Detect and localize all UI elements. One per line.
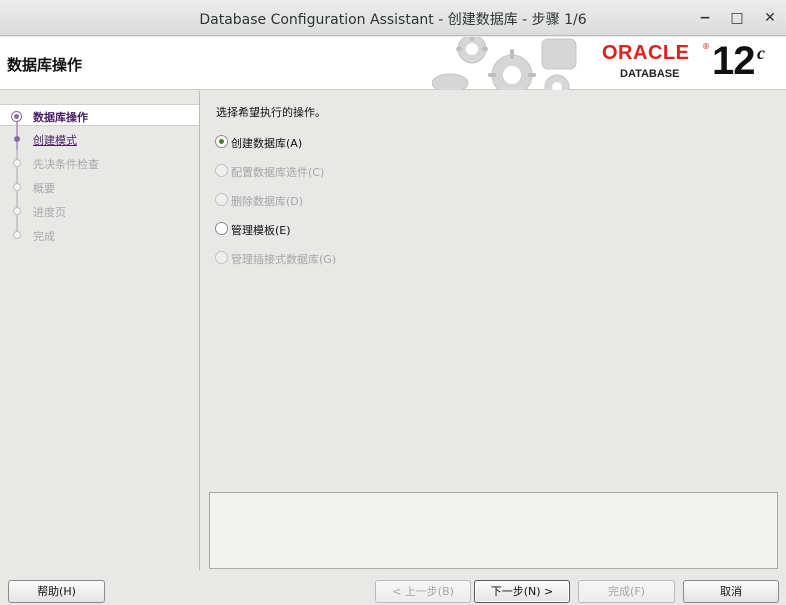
maximize-icon[interactable]: □ xyxy=(727,8,747,28)
radio-icon xyxy=(215,164,228,177)
radio-label[interactable]: 管理模板(E) xyxy=(231,222,291,238)
minimize-icon[interactable]: − xyxy=(695,8,715,28)
message-area[interactable] xyxy=(209,492,778,569)
gears-icon xyxy=(432,37,577,90)
oracle-database-label: DATABASE xyxy=(620,68,680,80)
step-pending-icon xyxy=(13,207,21,215)
instruction-text: 选择希望执行的操作。 xyxy=(216,106,326,119)
step-label: 概要 xyxy=(33,182,55,195)
steps-panel: 数据库操作 创建模式 先决条件检查 概要 进度页 完成 xyxy=(0,91,200,570)
radio-icon xyxy=(215,251,228,264)
cancel-button[interactable]: 取消 xyxy=(683,580,779,603)
step-label: 数据库操作 xyxy=(33,111,88,124)
registered-mark: ® xyxy=(702,42,710,51)
radio-icon xyxy=(215,193,228,206)
finish-button: 完成(F) xyxy=(578,580,675,603)
help-button[interactable]: 帮助(H) xyxy=(8,580,105,603)
close-icon[interactable]: ✕ xyxy=(760,8,780,28)
header-banner: 数据库操作 ORACLE ® DATABASE 12 c xyxy=(0,37,786,90)
radio-icon[interactable] xyxy=(215,222,228,235)
step-progress: 进度页 xyxy=(0,198,199,224)
oracle-wordmark: ORACLE xyxy=(602,42,690,64)
oracle-logo: ORACLE ® DATABASE xyxy=(602,42,712,86)
step-finish: 完成 xyxy=(0,222,199,246)
step-current-icon xyxy=(11,111,22,122)
step-link-icon xyxy=(14,136,20,142)
radio-label: 管理插接式数据库(G) xyxy=(231,253,337,266)
radio-label: 删除数据库(D) xyxy=(231,195,304,208)
step-label: 进度页 xyxy=(33,206,66,219)
step-label: 创建模式 xyxy=(33,134,77,147)
main-content: 选择希望执行的操作。 创建数据库(A) 配置数据库选件(C) 删除数据库(D) … xyxy=(201,91,786,570)
window-title: Database Configuration Assistant - 创建数据库… xyxy=(199,12,587,28)
step-database-operation[interactable]: 数据库操作 xyxy=(0,104,199,132)
step-pending-icon xyxy=(13,231,21,239)
window-titlebar[interactable]: Database Configuration Assistant - 创建数据库… xyxy=(0,0,786,36)
version-number: 12 xyxy=(712,39,755,83)
step-label: 完成 xyxy=(33,230,55,243)
step-prerequisite-checks: 先决条件检查 xyxy=(0,150,199,176)
step-summary: 概要 xyxy=(0,174,199,200)
button-bar: 帮助(H) < 上一步(B) 下一步(N) > 完成(F) 取消 xyxy=(0,570,786,605)
radio-label: 配置数据库选件(C) xyxy=(231,166,325,179)
radio-checked-icon[interactable] xyxy=(215,135,228,148)
step-pending-icon xyxy=(13,159,21,167)
radio-label[interactable]: 创建数据库(A) xyxy=(231,135,302,151)
step-label: 先决条件检查 xyxy=(33,158,99,171)
version-suffix: c xyxy=(757,43,765,63)
next-button[interactable]: 下一步(N) > xyxy=(474,580,570,603)
page-title: 数据库操作 xyxy=(7,56,83,74)
step-pending-icon xyxy=(13,183,21,191)
back-button: < 上一步(B) xyxy=(375,580,471,603)
step-creation-mode[interactable]: 创建模式 xyxy=(0,126,199,152)
